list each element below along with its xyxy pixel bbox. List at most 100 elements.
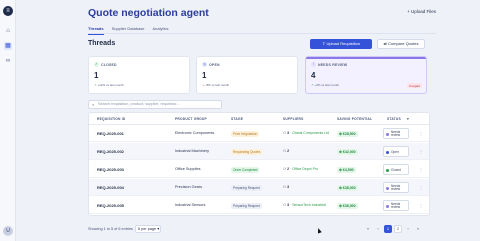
- saving-potential: ⊕ €28,500: [337, 130, 358, 137]
- requisition-id[interactable]: REQ-2025-005: [97, 203, 124, 208]
- status-label: Closed: [391, 167, 401, 172]
- stage-badge: Preparing Request: [231, 202, 262, 209]
- page-2-button[interactable]: 2: [394, 225, 402, 233]
- suppliers-cell: ⚇ 3: [283, 185, 289, 189]
- supplier-icon: ⚇: [283, 203, 287, 207]
- column-header-status[interactable]: STATUS: [387, 117, 401, 121]
- requisition-id[interactable]: REQ-2025-004: [97, 185, 124, 190]
- table-row[interactable]: REQ-2025-004 Precision Gears Preparing Req…: [89, 179, 429, 196]
- compare-quotes-button[interactable]: ⇄ Compare Quotes: [377, 39, 425, 49]
- alert-icon: !: [311, 62, 316, 67]
- product-group: Industrial Machinery: [175, 149, 209, 153]
- money-icon: ⊕: [339, 185, 342, 190]
- best-supplier: · Office Depot Pro: [290, 167, 319, 171]
- product-group: Electronic Components: [175, 131, 215, 135]
- stage-badge: Requesting Quotes: [231, 148, 263, 155]
- status-button[interactable]: Needs review: [383, 128, 409, 139]
- app-logo[interactable]: ≡: [3, 6, 13, 16]
- pagination: «‹ 1 2 ›»: [364, 225, 422, 233]
- main-content: Quote negotiation agent + Upload Files T…: [16, 0, 480, 241]
- upload-files-button[interactable]: + Upload Files: [407, 9, 436, 14]
- supplier-icon: ⚇: [283, 149, 287, 153]
- table-row[interactable]: REQ-2025-005 Industrial Sensors Preparing …: [89, 197, 429, 214]
- product-group: Office Supplies: [175, 167, 201, 171]
- status-button[interactable]: Needs review: [383, 182, 409, 193]
- upload-requisition-button[interactable]: ⇪ Upload Requisition: [310, 39, 372, 49]
- money-icon: ⊕: [339, 149, 342, 154]
- card-accent-bar: [306, 57, 426, 59]
- column-filter-icon[interactable]: ▾: [407, 117, 409, 121]
- best-supplier-name: SensorTech Industrial: [292, 203, 326, 207]
- prev-page-icon[interactable]: ‹: [374, 225, 382, 233]
- threads-table: REQUISITION ID PRODUCT GROUP STAGE SUPPL…: [88, 112, 430, 216]
- grid-icon[interactable]: ▦: [4, 42, 12, 50]
- avatar[interactable]: U: [3, 226, 13, 236]
- saving-potential: ⊕ €38,000: [337, 184, 358, 191]
- more-options-icon[interactable]: ⋮: [419, 131, 423, 136]
- search-input[interactable]: ⌕ Search requisition, product, supplier,…: [88, 100, 222, 109]
- stat-card-needs-review[interactable]: ! NEEDS REVIEW 4 ↗ +4% vs last month 3 u…: [305, 56, 427, 94]
- status-label: Needs review: [391, 183, 401, 192]
- supplier-count: 3: [287, 131, 290, 135]
- page-1-button[interactable]: 1: [384, 225, 392, 233]
- stat-card-open[interactable]: ◷ OPEN 1 ↘ -8% vs last month: [196, 56, 298, 94]
- link-icon[interactable]: ∞: [4, 57, 12, 65]
- more-options-icon[interactable]: ⋮: [419, 167, 423, 172]
- card-label: OPEN: [209, 63, 220, 67]
- column-header-saving-potential[interactable]: SAVING POTENTIAL: [337, 117, 372, 121]
- first-page-icon[interactable]: «: [364, 225, 372, 233]
- column-header-requisition-id[interactable]: REQUISITION ID: [97, 117, 125, 121]
- product-group: Precision Gears: [175, 185, 203, 189]
- stage-badge: Price Negotiation: [231, 130, 260, 137]
- status-button[interactable]: Needs review: [383, 200, 409, 211]
- section-title: Threads: [88, 40, 116, 47]
- money-icon: ⊕: [339, 167, 342, 172]
- status-button[interactable]: Open: [383, 146, 409, 157]
- card-label: NEEDS REVIEW: [318, 63, 348, 67]
- supplier-icon: ⚇: [283, 185, 287, 189]
- table-row[interactable]: REQ-2025-001 Electronic Components Price N…: [89, 125, 429, 142]
- table-row[interactable]: REQ-2025-002 Industrial Machinery Requesti…: [89, 143, 429, 160]
- more-options-icon[interactable]: ⋮: [419, 203, 423, 208]
- saving-potential: ⊕ €36,000: [337, 202, 358, 209]
- product-group: Industrial Sensors: [175, 203, 206, 207]
- next-page-icon[interactable]: ›: [404, 225, 412, 233]
- column-header-stage[interactable]: STAGE: [231, 117, 243, 121]
- more-options-icon[interactable]: ⋮: [419, 185, 423, 190]
- requisition-id[interactable]: REQ-2025-002: [97, 149, 124, 154]
- status-label: Open: [391, 149, 399, 154]
- status-button[interactable]: Closed: [383, 164, 409, 175]
- status-label: Needs review: [391, 201, 401, 210]
- money-icon: ⊕: [339, 203, 342, 208]
- table-footer: Showing 1 to 5 of 6 entries 5 per page ▾…: [16, 224, 480, 236]
- column-header-product-group[interactable]: PRODUCT GROUP: [175, 117, 207, 121]
- card-delta-text: +4% vs last month: [314, 83, 339, 87]
- requisition-id[interactable]: REQ-2025-001: [97, 131, 124, 136]
- stat-card-closed[interactable]: ✓ CLOSED 1 ↗ +12% vs last month: [88, 56, 190, 94]
- per-page-value: 5 per page: [138, 227, 157, 231]
- suppliers-cell: ⚇ 2 · Office Depot Pro: [283, 167, 318, 171]
- compare-quotes-label: Compare Quotes: [388, 41, 419, 46]
- tabs-divider: [88, 33, 436, 34]
- search-placeholder: Search requisition, product, supplier, r…: [98, 102, 180, 106]
- table-row[interactable]: REQ-2025-003 Office Supplies Order Complet…: [89, 161, 429, 178]
- saving-value: €42,000: [342, 149, 356, 154]
- status-dot-icon: [386, 133, 389, 136]
- requisition-id[interactable]: REQ-2025-003: [97, 167, 124, 172]
- more-options-icon[interactable]: ⋮: [419, 149, 423, 154]
- home-icon[interactable]: ⌂: [4, 27, 12, 35]
- card-delta: ↗ +12% vs last month: [94, 83, 124, 87]
- stage-badge: Order Completed: [231, 166, 260, 173]
- column-header-suppliers[interactable]: SUPPLIERS: [283, 117, 304, 121]
- suppliers-cell: ⚇ 2: [283, 149, 289, 153]
- table-header: REQUISITION ID PRODUCT GROUP STAGE SUPPL…: [89, 113, 429, 125]
- search-icon: ⌕: [92, 102, 95, 107]
- urgent-badge: 3 urgent: [406, 83, 422, 88]
- status-dot-icon: [386, 205, 389, 208]
- saving-value: €4,500: [342, 167, 354, 172]
- saving-potential: ⊕ €42,000: [337, 148, 358, 155]
- card-value: 1: [202, 71, 207, 80]
- upload-requisition-label: Upload Requisition: [326, 41, 361, 46]
- last-page-icon[interactable]: »: [414, 225, 422, 233]
- per-page-select[interactable]: 5 per page ▾: [135, 225, 161, 233]
